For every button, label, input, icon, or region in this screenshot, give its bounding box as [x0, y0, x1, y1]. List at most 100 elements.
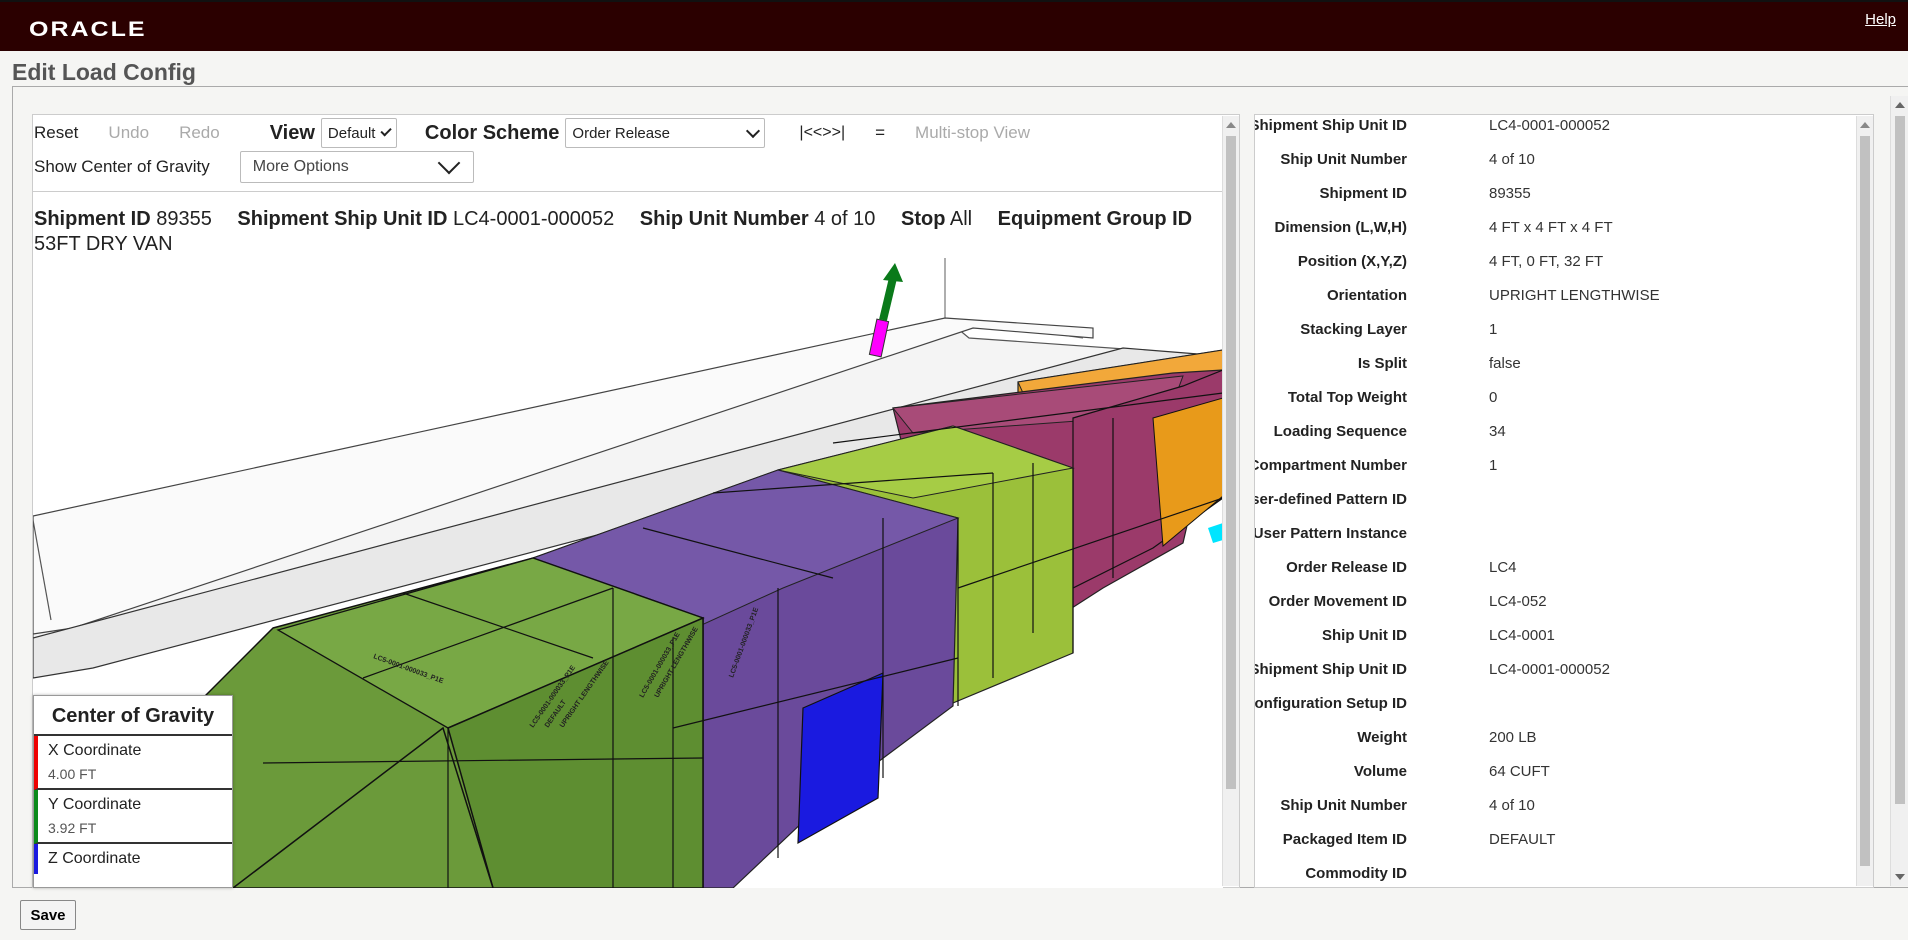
detail-value: 89355: [1489, 185, 1531, 202]
detail-label: Load Configuration Setup ID: [1254, 695, 1407, 712]
detail-label: Position (X,Y,Z): [1297, 253, 1407, 270]
detail-value: 4 FT, 0 FT, 32 FT: [1489, 253, 1604, 270]
detail-value: 1: [1489, 321, 1498, 338]
detail-row: Ship Unit Number 4 of 10: [1255, 797, 1855, 831]
detail-value: 1: [1489, 457, 1498, 474]
detail-label: Shipment Ship Unit ID: [1254, 117, 1407, 134]
detail-row: Dimension (L,W,H) 4 FT x 4 FT x 4 FT: [1255, 219, 1855, 253]
shipment-header: Shipment ID 89355 Shipment Ship Unit ID …: [34, 207, 1224, 257]
axis-gizmo-x[interactable]: [1208, 523, 1223, 543]
help-link[interactable]: Help: [1865, 11, 1896, 28]
stop-value: All: [949, 208, 973, 230]
scroll-thumb[interactable]: [1860, 136, 1870, 866]
scroll-up-arrow-icon[interactable]: [1226, 122, 1236, 128]
cog-z-row: Z Coordinate: [34, 844, 232, 874]
view-select[interactable]: Default: [320, 118, 397, 148]
scroll-thumb[interactable]: [1895, 116, 1905, 804]
more-options-value: More Options: [252, 158, 349, 175]
detail-label: Ship Unit ID: [1322, 627, 1407, 644]
detail-label: Loading Sequence: [1273, 423, 1407, 440]
detail-value: 0: [1489, 389, 1498, 406]
detail-label: Order Movement ID: [1268, 593, 1407, 610]
top-bar: ORACLE Help: [0, 0, 1908, 51]
cog-title: Center of Gravity: [34, 696, 232, 736]
detail-label: Ship Unit Number: [1280, 797, 1407, 814]
detail-label: Packaged Item ID: [1282, 831, 1407, 848]
detail-row: User Pattern Instance: [1255, 525, 1855, 559]
detail-row: Weight 200 LB: [1255, 729, 1855, 763]
color-scheme-label: Color Scheme: [424, 121, 560, 144]
viewer-scrollbar[interactable]: [1222, 116, 1239, 886]
more-options-select[interactable]: More Options: [239, 151, 474, 183]
view-label: View: [269, 121, 315, 144]
cargo-box-orange-side[interactable]: [1152, 397, 1223, 548]
cog-z-label: Z Coordinate: [48, 850, 141, 867]
equals-button[interactable]: =: [875, 123, 885, 143]
oracle-logo: ORACLE: [29, 17, 147, 41]
multistop-view-button[interactable]: Multi-stop View: [915, 123, 1030, 143]
cog-y-value: 3.92 FT: [48, 820, 97, 836]
page-scrollbar[interactable]: [1890, 96, 1908, 886]
stop-label: Stop: [900, 208, 946, 230]
detail-row: Shipment Ship Unit ID LC4-0001-000052: [1255, 117, 1855, 151]
detail-value: LC4-0001-000052: [1489, 661, 1610, 678]
detail-row: Position (X,Y,Z) 4 FT, 0 FT, 32 FT: [1255, 253, 1855, 287]
detail-row: Volume 64 CUFT: [1255, 763, 1855, 797]
ssu-label: Shipment Ship Unit ID: [237, 208, 448, 230]
detail-row: Stacking Layer 1: [1255, 321, 1855, 355]
detail-row: Order Movement ID LC4-052: [1255, 593, 1855, 627]
detail-row: Shipment Ship Unit ID LC4-0001-000052: [1255, 661, 1855, 695]
detail-row: Ship Unit ID LC4-0001: [1255, 627, 1855, 661]
cog-x-value: 4.00 FT: [48, 766, 97, 782]
detail-label: Weight: [1357, 729, 1407, 746]
undo-button[interactable]: Undo: [108, 123, 149, 143]
ship-unit-details-panel: Shipment Ship Unit ID LC4-0001-000052 Ship…: [1254, 114, 1874, 888]
detail-value: 64 CUFT: [1489, 763, 1550, 780]
detail-value: DEFAULT: [1489, 831, 1556, 848]
detail-label: Total Top Weight: [1287, 389, 1407, 406]
reset-button[interactable]: Reset: [34, 123, 78, 143]
detail-row: Load Configuration Setup ID: [1255, 695, 1855, 729]
detail-value: false: [1489, 355, 1521, 372]
chevron-down-icon: [437, 151, 461, 175]
equipment-label: Equipment Group ID: [997, 208, 1193, 230]
detail-label: Volume: [1353, 763, 1407, 780]
detail-row: Is Split false: [1255, 355, 1855, 389]
detail-row: Ship Unit Number 4 of 10: [1255, 151, 1855, 185]
scroll-thumb[interactable]: [1226, 136, 1236, 789]
view-select-value: Default: [327, 124, 376, 142]
detail-row: Packaged Item ID DEFAULT: [1255, 831, 1855, 865]
detail-value: 4 FT x 4 FT x 4 FT: [1489, 219, 1613, 236]
detail-row: Shipment ID 89355: [1255, 185, 1855, 219]
scroll-up-arrow-icon[interactable]: [1860, 122, 1870, 128]
detail-row: Compartment Number 1: [1255, 457, 1855, 491]
save-button[interactable]: Save: [20, 900, 76, 930]
chevron-down-icon: [380, 125, 393, 137]
nav-stops-button[interactable]: |<<>>|: [799, 124, 845, 142]
detail-label: Order Release ID: [1286, 559, 1407, 576]
unit-number-label: Ship Unit Number: [639, 208, 809, 230]
viewer-toolbar-row2: Show Center of Gravity More Options: [34, 150, 474, 184]
divider: [32, 191, 1222, 192]
scroll-down-arrow-icon[interactable]: [1895, 874, 1905, 880]
show-cog-toggle[interactable]: Show Center of Gravity: [34, 157, 210, 177]
scroll-up-arrow-icon[interactable]: [1895, 102, 1905, 108]
detail-label: Dimension (L,W,H): [1274, 219, 1408, 236]
ssu-value: LC4-0001-000052: [452, 208, 615, 230]
detail-label: Commodity ID: [1305, 865, 1407, 882]
color-scheme-value: Order Release: [572, 124, 670, 142]
detail-row: Commodity ID: [1255, 865, 1855, 887]
detail-label: Compartment Number: [1254, 457, 1407, 474]
details-scrollbar[interactable]: [1856, 116, 1873, 886]
detail-row: Order Release ID LC4: [1255, 559, 1855, 593]
redo-button[interactable]: Redo: [179, 123, 220, 143]
color-scheme-select[interactable]: Order Release: [565, 118, 766, 148]
detail-label: Orientation: [1326, 287, 1407, 304]
unit-number-value: 4 of 10: [814, 208, 876, 230]
detail-label: User Pattern Instance: [1254, 525, 1407, 542]
detail-value: 4 of 10: [1489, 151, 1535, 168]
detail-label: Shipment Ship Unit ID: [1254, 661, 1407, 678]
equipment-value: 53FT DRY VAN: [34, 233, 173, 255]
chevron-down-icon: [746, 123, 761, 139]
shipment-id-label: Shipment ID: [34, 208, 151, 230]
